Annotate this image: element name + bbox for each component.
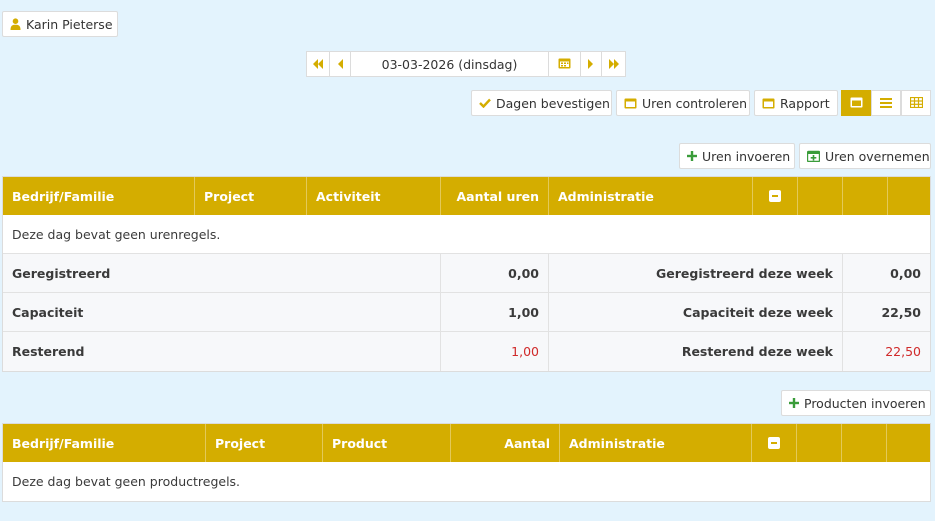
- next-day-button[interactable]: [580, 51, 602, 77]
- user-name: Karin Pieterse: [26, 16, 113, 32]
- copy-hours-button[interactable]: Uren overnemen: [799, 143, 931, 169]
- summary-label: Resterend: [3, 332, 441, 371]
- hours-table-header: Bedrijf/Familie Project Activiteit Aanta…: [3, 177, 930, 215]
- column-action-2: [843, 177, 888, 215]
- calendar-button[interactable]: [548, 51, 581, 77]
- window-icon: [850, 96, 863, 111]
- column-quantity[interactable]: Aantal: [451, 424, 560, 462]
- summary-row-remaining: Resterend 1,00 Resterend deze week 22,50: [3, 332, 930, 371]
- summary-week-label: Capaciteit deze week: [549, 293, 843, 331]
- summary-week-value: 0,00: [890, 265, 921, 281]
- window-icon: [624, 98, 637, 109]
- minus-icon: [769, 190, 781, 202]
- column-project[interactable]: Project: [195, 177, 307, 215]
- summary-row-capacity: Capaciteit 1,00 Capaciteit deze week 22,…: [3, 293, 930, 332]
- first-day-button[interactable]: [306, 51, 330, 77]
- report-button[interactable]: Rapport: [754, 90, 838, 116]
- check-hours-button[interactable]: Uren controleren: [616, 90, 750, 116]
- hours-table: Bedrijf/Familie Project Activiteit Aanta…: [2, 176, 931, 372]
- confirm-days-label: Dagen bevestigen: [496, 95, 610, 111]
- column-company[interactable]: Bedrijf/Familie: [3, 177, 195, 215]
- minus-icon: [768, 437, 780, 449]
- column-action-2: [842, 424, 887, 462]
- plus-icon: [789, 398, 799, 408]
- column-hours[interactable]: Aantal uren: [441, 177, 549, 215]
- table-icon: [909, 96, 923, 111]
- copy-hours-label: Uren overnemen: [825, 148, 930, 164]
- window-icon: [762, 98, 775, 109]
- column-action-1: [798, 177, 843, 215]
- date-text: 03-03-2026 (dinsdag): [381, 56, 518, 72]
- column-product[interactable]: Product: [323, 424, 451, 462]
- last-day-button[interactable]: [601, 51, 626, 77]
- collapse-column-button[interactable]: [753, 177, 798, 215]
- enter-products-label: Producten invoeren: [804, 395, 926, 411]
- calendar-plus-icon: [807, 150, 820, 162]
- products-table-header: Bedrijf/Familie Project Product Aantal A…: [3, 424, 930, 462]
- column-action-3: [888, 177, 930, 215]
- check-hours-label: Uren controleren: [642, 95, 748, 111]
- list-icon: [880, 96, 892, 111]
- enter-hours-label: Uren invoeren: [702, 148, 791, 164]
- check-icon: [479, 98, 491, 108]
- previous-day-button[interactable]: [329, 51, 351, 77]
- double-chevron-right-icon: [608, 57, 620, 72]
- summary-label: Geregistreerd: [3, 254, 441, 292]
- column-action-1: [797, 424, 842, 462]
- column-action-3: [887, 424, 930, 462]
- view-day-button[interactable]: [841, 90, 871, 116]
- confirm-days-button[interactable]: Dagen bevestigen: [471, 90, 612, 116]
- summary-row-registered: Geregistreerd 0,00 Geregistreerd deze we…: [3, 254, 930, 293]
- report-label: Rapport: [780, 95, 830, 111]
- collapse-column-button[interactable]: [752, 424, 797, 462]
- summary-week-label: Resterend deze week: [549, 332, 843, 371]
- column-activity[interactable]: Activiteit: [307, 177, 441, 215]
- enter-products-button[interactable]: Producten invoeren: [781, 390, 931, 416]
- column-administration[interactable]: Administratie: [560, 424, 752, 462]
- summary-value: 1,00: [441, 293, 549, 331]
- calendar-icon: [558, 57, 571, 72]
- summary-value: 1,00: [441, 332, 549, 371]
- summary-week-value: 22,50: [885, 344, 921, 359]
- view-grid-button[interactable]: [901, 90, 931, 116]
- column-administration[interactable]: Administratie: [549, 177, 753, 215]
- enter-hours-button[interactable]: Uren invoeren: [679, 143, 795, 169]
- products-empty-message: Deze dag bevat geen productregels.: [12, 474, 241, 489]
- summary-label: Capaciteit: [3, 293, 441, 331]
- user-button[interactable]: Karin Pieterse: [2, 11, 118, 37]
- plus-icon: [687, 151, 697, 161]
- summary-value: 0,00: [441, 254, 549, 292]
- double-chevron-left-icon: [312, 57, 324, 72]
- column-company[interactable]: Bedrijf/Familie: [3, 424, 206, 462]
- summary-week-label: Geregistreerd deze week: [549, 254, 843, 292]
- products-table: Bedrijf/Familie Project Product Aantal A…: [2, 423, 931, 502]
- chevron-right-icon: [588, 57, 594, 72]
- column-project[interactable]: Project: [206, 424, 323, 462]
- date-display[interactable]: 03-03-2026 (dinsdag): [350, 51, 549, 77]
- summary-week-value: 22,50: [881, 304, 921, 320]
- hours-empty-message: Deze dag bevat geen urenregels.: [3, 215, 930, 254]
- user-icon: [10, 18, 21, 30]
- chevron-left-icon: [337, 57, 343, 72]
- view-list-button[interactable]: [871, 90, 901, 116]
